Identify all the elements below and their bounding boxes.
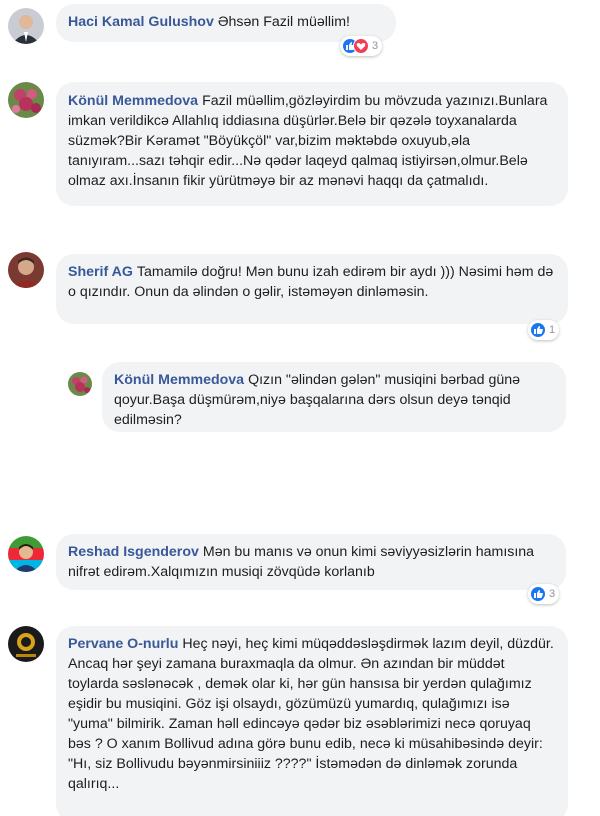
comment: Haci Kamal Gulushov Əhsən Fazil müəllim! …: [0, 0, 600, 70]
avatar[interactable]: [8, 626, 44, 662]
comment-bubble: Sherif AG Tamamilə doğru! Mən bunu izah e…: [56, 254, 568, 324]
reaction-summary[interactable]: 3: [340, 36, 383, 56]
avatar-logo-icon: [8, 626, 44, 662]
avatar[interactable]: [68, 372, 92, 396]
reaction-count: 1: [549, 324, 556, 336]
comment-author[interactable]: Haci Kamal Gulushov: [68, 14, 214, 30]
comment-bubble: Könül Memmedova Fazil müəllim,gözləyirdim…: [56, 82, 568, 206]
comment-author[interactable]: Könül Memmedova: [114, 372, 244, 388]
comment-author[interactable]: Pervane O-nurlu: [68, 636, 178, 652]
comment-text: Əhsən Fazil müəllim!: [217, 14, 350, 30]
avatar[interactable]: [8, 536, 44, 572]
reaction-count: 3: [549, 588, 556, 600]
avatar-child-flag-icon: [8, 536, 44, 572]
comment-bubble: Könül Memmedova Qızın "əlindən gələn" mus…: [102, 362, 566, 432]
avatar-flowers-icon: [8, 82, 44, 118]
comment-author[interactable]: Reshad Isgenderov: [68, 544, 199, 560]
comment: Reshad Isgenderov Mən bu manıs və onun ki…: [0, 522, 600, 612]
reaction-count: 3: [372, 40, 379, 52]
reaction-summary[interactable]: 1: [528, 320, 560, 340]
avatar-flowers-icon: [68, 372, 92, 396]
reply-comment: Könül Memmedova Qızın "əlindən gələn" mus…: [0, 350, 600, 440]
comment-bubble: Pervane O-nurlu Heç nəyi, heç kimi müqədd…: [56, 626, 568, 816]
avatar[interactable]: [8, 82, 44, 118]
comment-text: Tamamilə doğru! Mən bunu izah edirəm bir…: [68, 264, 554, 300]
reaction-summary[interactable]: 3: [528, 584, 560, 604]
comment-author[interactable]: Sherif AG: [68, 264, 133, 280]
avatar-portrait-icon: [8, 252, 44, 288]
comment: Pervane O-nurlu Heç nəyi, heç kimi müqədd…: [0, 612, 600, 816]
avatar-portrait-icon: [8, 8, 44, 44]
comment-bubble: Reshad Isgenderov Mən bu manıs və onun ki…: [56, 534, 566, 590]
avatar[interactable]: [8, 8, 44, 44]
comment-author[interactable]: Könül Memmedova: [68, 93, 198, 109]
like-icon: [530, 586, 546, 602]
avatar[interactable]: [8, 252, 44, 288]
comment: Sherif AG Tamamilə doğru! Mən bunu izah e…: [0, 240, 600, 350]
love-icon: [353, 38, 369, 54]
comment-text: Heç nəyi, heç kimi müqəddəsləşdirmək laz…: [68, 636, 554, 792]
comment: Könül Memmedova Fazil müəllim,gözləyirdim…: [0, 70, 600, 240]
like-icon: [530, 322, 546, 338]
